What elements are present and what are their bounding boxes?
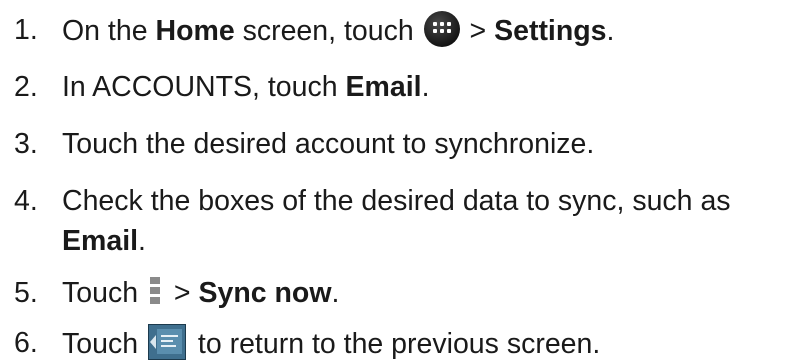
step-text: Touch to return to the previous screen. [62,324,600,363]
email-label: Email [62,225,139,257]
sync-now-label: Sync now [198,277,332,309]
step-number: 5. [14,277,38,309]
settings-label: Settings [494,15,607,47]
menu-vertical-icon [149,277,160,305]
step-number: 6. [14,327,38,359]
step-number: 1. [14,14,38,46]
back-app-icon [147,324,186,360]
step-text: Touch > Sync now. [62,277,340,309]
email-label: Email [345,71,422,103]
step-number: 4. [14,185,38,217]
step-number: 3. [14,128,38,160]
home-label: Home [155,15,235,47]
step-text: Touch the desired account to synchronize… [62,128,595,160]
step-text: In ACCOUNTS, touch Email. [62,71,430,103]
home-menu-icon [423,11,460,47]
step-text-continued: Email. [62,225,146,257]
step-text: Check the boxes of the desired data to s… [62,185,731,217]
step-text: On the Home screen, touch > Settings. [62,11,614,50]
step-number: 2. [14,71,38,103]
